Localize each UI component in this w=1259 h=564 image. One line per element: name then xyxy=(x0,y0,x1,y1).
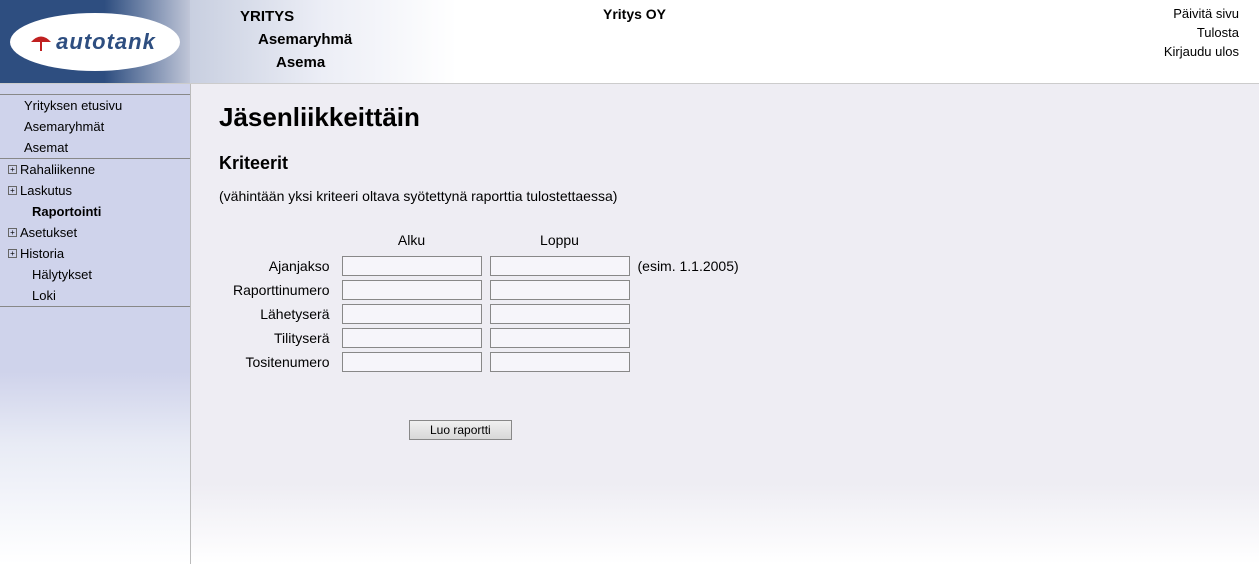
lahetysera-end-input[interactable] xyxy=(490,304,630,324)
expand-icon[interactable]: + xyxy=(8,228,17,237)
raporttinumero-start-input[interactable] xyxy=(342,280,482,300)
header-center: YRITYS Asemaryhmä Asema Yritys OY xyxy=(190,0,1079,83)
col-header-start: Alku xyxy=(338,232,486,254)
section-title: Kriteerit xyxy=(219,153,1259,174)
sidebar-item-halytykset[interactable]: Hälytykset xyxy=(0,264,190,285)
col-header-end: Loppu xyxy=(486,232,634,254)
sidebar: Yrityksen etusivu Asemaryhmät Asemat +Ra… xyxy=(0,84,190,564)
print-link[interactable]: Tulosta xyxy=(1079,25,1239,40)
expand-icon[interactable]: + xyxy=(8,186,17,195)
company-name: Yritys OY xyxy=(603,6,666,22)
row-label-lahetysera: Lähetyserä xyxy=(229,302,338,326)
header-actions: Päivitä sivu Tulosta Kirjaudu ulos xyxy=(1079,0,1259,83)
refresh-link[interactable]: Päivitä sivu xyxy=(1079,6,1239,21)
sidebar-item-asemaryhmat[interactable]: Asemaryhmät xyxy=(0,116,190,137)
sidebar-item-loki[interactable]: Loki xyxy=(0,285,190,306)
criteria-table: Alku Loppu Ajanjakso (esim. 1.1.2005) Ra… xyxy=(229,232,743,374)
ajanjakso-start-input[interactable] xyxy=(342,256,482,276)
sidebar-item-laskutus[interactable]: +Laskutus xyxy=(0,180,190,201)
row-label-tilitysera: Tilityserä xyxy=(229,326,338,350)
page-title: Jäsenliikkeittäin xyxy=(219,102,1259,133)
nav-group-1: Yrityksen etusivu Asemaryhmät Asemat xyxy=(0,94,190,159)
expand-icon[interactable]: + xyxy=(8,249,17,258)
tilitysera-end-input[interactable] xyxy=(490,328,630,348)
ajanjakso-hint: (esim. 1.1.2005) xyxy=(634,254,743,278)
criteria-hint: (vähintään yksi kriteeri oltava syötetty… xyxy=(219,188,1259,204)
sidebar-item-rahaliikenne[interactable]: +Rahaliikenne xyxy=(0,159,190,180)
tositenumero-start-input[interactable] xyxy=(342,352,482,372)
logo-area: autotank xyxy=(0,0,190,83)
sidebar-item-home[interactable]: Yrityksen etusivu xyxy=(0,95,190,116)
logo-text: autotank xyxy=(56,29,156,55)
sidebar-item-raportointi[interactable]: Raportointi xyxy=(0,201,190,222)
expand-icon[interactable]: + xyxy=(8,165,17,174)
submit-row: Luo raportti xyxy=(409,420,1259,440)
row-label-raporttinumero: Raporttinumero xyxy=(229,278,338,302)
umbrella-icon xyxy=(28,29,54,55)
logo: autotank xyxy=(10,13,180,71)
breadcrumb-level2[interactable]: Asemaryhmä xyxy=(240,31,1079,48)
logout-link[interactable]: Kirjaudu ulos xyxy=(1079,44,1239,59)
header: autotank YRITYS Asemaryhmä Asema Yritys … xyxy=(0,0,1259,84)
create-report-button[interactable]: Luo raportti xyxy=(409,420,512,440)
main-content: Jäsenliikkeittäin Kriteerit (vähintään y… xyxy=(190,84,1259,564)
row-label-ajanjakso: Ajanjakso xyxy=(229,254,338,278)
lahetysera-start-input[interactable] xyxy=(342,304,482,324)
tilitysera-start-input[interactable] xyxy=(342,328,482,348)
row-label-tositenumero: Tositenumero xyxy=(229,350,338,374)
body: Yrityksen etusivu Asemaryhmät Asemat +Ra… xyxy=(0,84,1259,564)
breadcrumb-level3[interactable]: Asema xyxy=(240,54,1079,71)
raporttinumero-end-input[interactable] xyxy=(490,280,630,300)
sidebar-item-historia[interactable]: +Historia xyxy=(0,243,190,264)
tositenumero-end-input[interactable] xyxy=(490,352,630,372)
nav-group-2: +Rahaliikenne +Laskutus Raportointi +Ase… xyxy=(0,159,190,307)
ajanjakso-end-input[interactable] xyxy=(490,256,630,276)
sidebar-item-asemat[interactable]: Asemat xyxy=(0,137,190,158)
sidebar-item-asetukset[interactable]: +Asetukset xyxy=(0,222,190,243)
gradient-decoration xyxy=(191,484,1259,564)
